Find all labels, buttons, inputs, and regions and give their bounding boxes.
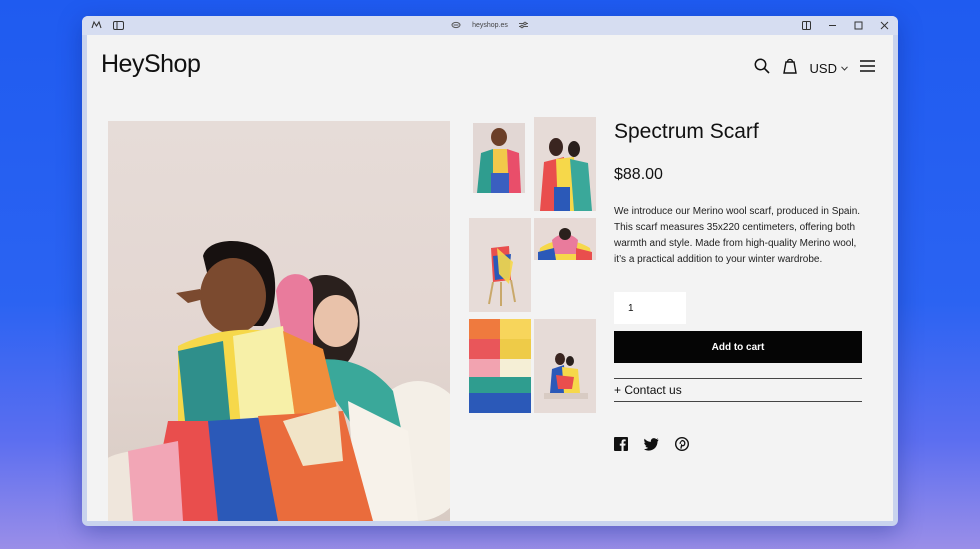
hamburger-menu-icon[interactable] [860,59,875,77]
maximize-icon[interactable] [852,19,864,31]
browser-titlebar: heyshop.es [82,16,898,35]
tune-icon[interactable] [518,19,530,31]
product-info: Spectrum Scarf $88.00 We introduce our M… [614,117,864,456]
facebook-icon[interactable] [614,437,628,456]
site-info-icon[interactable] [450,19,462,31]
site-logo[interactable]: HeyShop [101,50,201,79]
contact-us-toggle[interactable]: + Contact us [614,378,862,402]
product-price: $88.00 [614,166,663,183]
product-thumbnail[interactable] [473,123,525,193]
product-thumbnail[interactable] [534,218,596,260]
close-icon[interactable] [878,19,890,31]
split-view-icon[interactable] [800,19,812,31]
currency-label: USD [809,60,837,76]
browser-window: heyshop.es HeyShop USD Spectrum Scarf $8… [82,16,898,526]
pinterest-icon[interactable] [674,436,690,456]
product-thumbnail[interactable] [534,319,596,413]
product-title: Spectrum Scarf [614,120,759,143]
search-icon[interactable] [754,58,770,79]
product-thumbnail[interactable] [469,218,531,312]
social-share [614,436,864,456]
shopping-bag-icon[interactable] [782,57,798,79]
currency-selector[interactable]: USD [810,61,848,76]
quantity-input[interactable] [614,292,686,324]
add-to-cart-button[interactable]: Add to cart [614,331,862,363]
twitter-icon[interactable] [644,437,659,456]
product-thumbnail[interactable] [534,117,596,211]
product-thumbnail[interactable] [469,319,531,413]
url-text[interactable]: heyshop.es [472,22,508,29]
header-actions: USD [754,57,875,79]
product-description: We introduce our Merino wool scarf, prod… [614,206,861,265]
minimize-icon[interactable] [826,19,838,31]
shop-page: HeyShop USD Spectrum Scarf $88.00 We int… [87,35,893,521]
product-main-image[interactable] [108,121,450,521]
chevron-down-icon [841,64,848,73]
